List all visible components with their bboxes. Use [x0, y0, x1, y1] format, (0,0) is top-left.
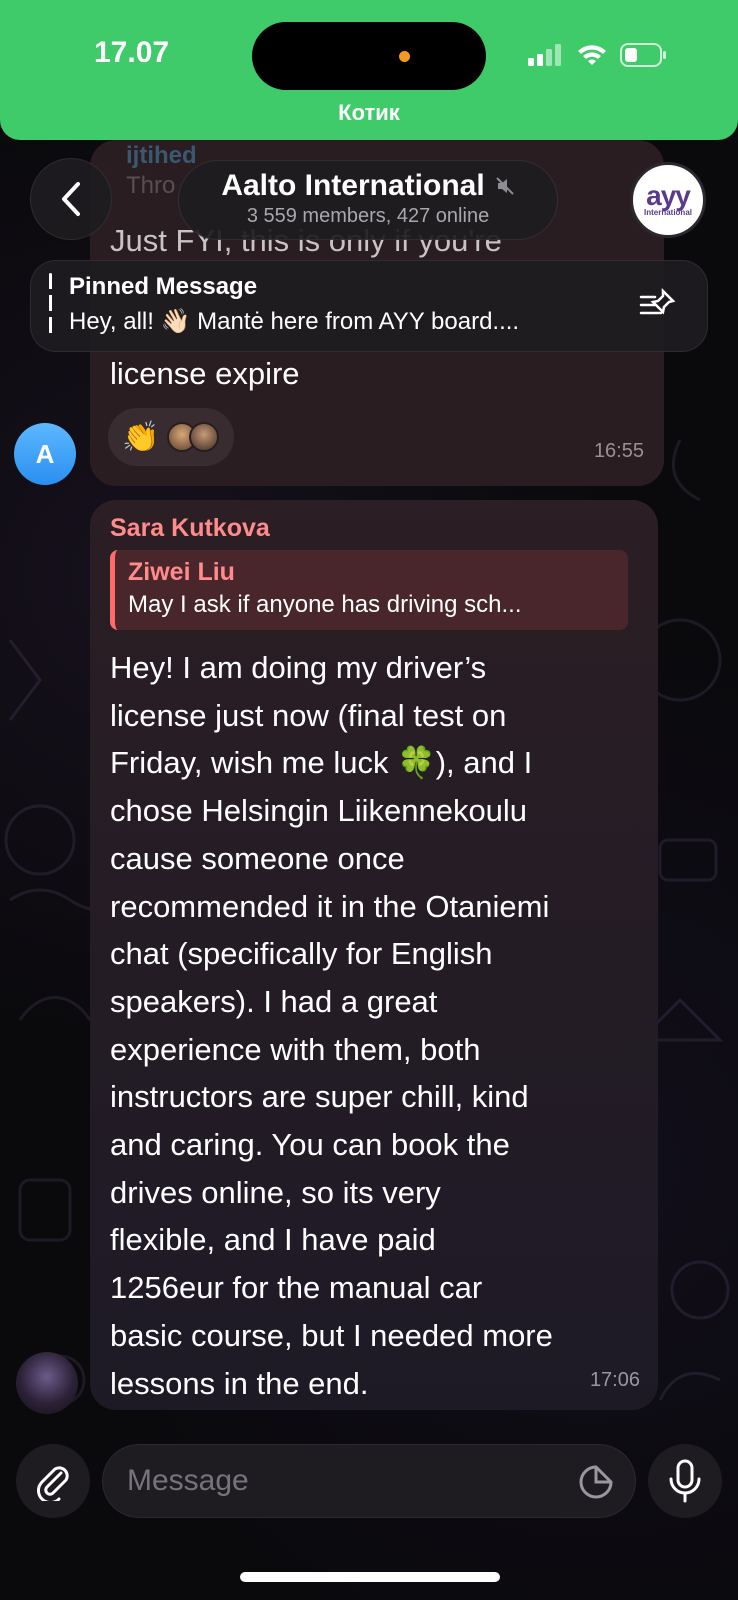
reply-sender-name: ijtihed [126, 142, 197, 169]
back-button[interactable] [30, 158, 112, 240]
microphone-button[interactable] [648, 1444, 722, 1518]
message-line: license just now (final test on [110, 697, 507, 733]
attach-button[interactable] [16, 1444, 90, 1518]
message-line: cause someone once [110, 840, 405, 876]
message-line: speakers). I had a great [110, 983, 438, 1019]
message-line: Friday, wish me luck 🍀), and I [110, 745, 533, 781]
reply-sender-name: Ziwei Liu [128, 558, 235, 586]
sticker-icon[interactable] [578, 1464, 614, 1500]
message-line: and caring. You can book the [110, 1127, 510, 1163]
active-call-label[interactable]: Котик [0, 100, 738, 126]
pinned-indicator [49, 273, 52, 339]
group-logo-subtext: International [643, 207, 692, 217]
pinned-message-bar[interactable]: Pinned Message Hey, all! 👋🏻 Mantė here f… [30, 260, 708, 352]
wifi-icon [578, 45, 606, 65]
battery-icon [620, 43, 666, 67]
message-text: Hey! I am doing my driver’s license just… [110, 644, 644, 1407]
pinned-text: Hey, all! 👋🏻 Mantė here from AYY board..… [69, 308, 520, 335]
reaction-chip[interactable]: 👏 [108, 408, 234, 466]
message-line: Hey! I am doing my driver’s [110, 650, 487, 685]
message-time: 16:55 [593, 440, 644, 462]
sender-avatar[interactable]: A [14, 423, 76, 485]
chat-title: Aalto International [221, 169, 485, 202]
chevron-left-icon [62, 182, 80, 216]
message-line: basic course, but I needed more [110, 1317, 553, 1353]
dynamic-island [252, 22, 486, 90]
message-input[interactable] [102, 1444, 636, 1518]
message-line: instructors are super chill, kind [110, 1079, 529, 1115]
message-line: chose Helsingin Liikennekoulu [110, 793, 528, 829]
pinned-list-icon[interactable] [639, 287, 679, 323]
status-bar: 17.07 Котик [0, 0, 738, 140]
message-line: drives online, so its very [110, 1174, 441, 1210]
reactor-avatar [189, 422, 220, 452]
reply-quote[interactable]: Ziwei Liu May I ask if anyone has drivin… [110, 550, 628, 630]
paperclip-icon [37, 1466, 69, 1501]
sender-avatar[interactable] [16, 1352, 78, 1414]
message-line: 1256eur for the manual car [110, 1270, 483, 1306]
group-avatar[interactable]: ayy International [630, 162, 706, 238]
microphone-icon [669, 1459, 701, 1503]
pinned-title: Pinned Message [69, 273, 258, 300]
reply-preview-text: May I ask if anyone has driving sch... [128, 591, 522, 618]
status-time: 17.07 [94, 36, 170, 69]
group-logo-text: ayy [646, 179, 691, 211]
message-line: lessons in the end. [110, 1365, 369, 1401]
speaker-muted-icon [495, 177, 514, 195]
chat-member-count: 3 559 members, 427 online [246, 205, 490, 227]
home-indicator[interactable] [240, 1572, 500, 1582]
message-line: flexible, and I have paid [110, 1222, 436, 1258]
message-line: experience with them, both [110, 1031, 481, 1067]
message-sender-name[interactable]: Sara Kutkova [110, 514, 270, 543]
camera-indicator-dot [399, 51, 410, 62]
message-line: recommended it in the Otaniemi [110, 888, 550, 924]
message-line: chat (specifically for English [110, 936, 493, 972]
chat-title-pill[interactable]: Aalto International 3 559 members, 427 o… [178, 160, 558, 240]
message-bubble[interactable]: Sara Kutkova Ziwei Liu May I ask if anyo… [90, 500, 658, 1410]
reply-preview-text: Thro [126, 172, 176, 199]
message-time: 17:06 [589, 1369, 640, 1391]
clapping-hands-emoji: 👏 [122, 420, 160, 454]
cellular-signal-icon [528, 44, 561, 66]
reaction-avatars [167, 422, 220, 452]
message-text-last-line: license expire [110, 356, 300, 391]
status-icons [528, 40, 668, 70]
